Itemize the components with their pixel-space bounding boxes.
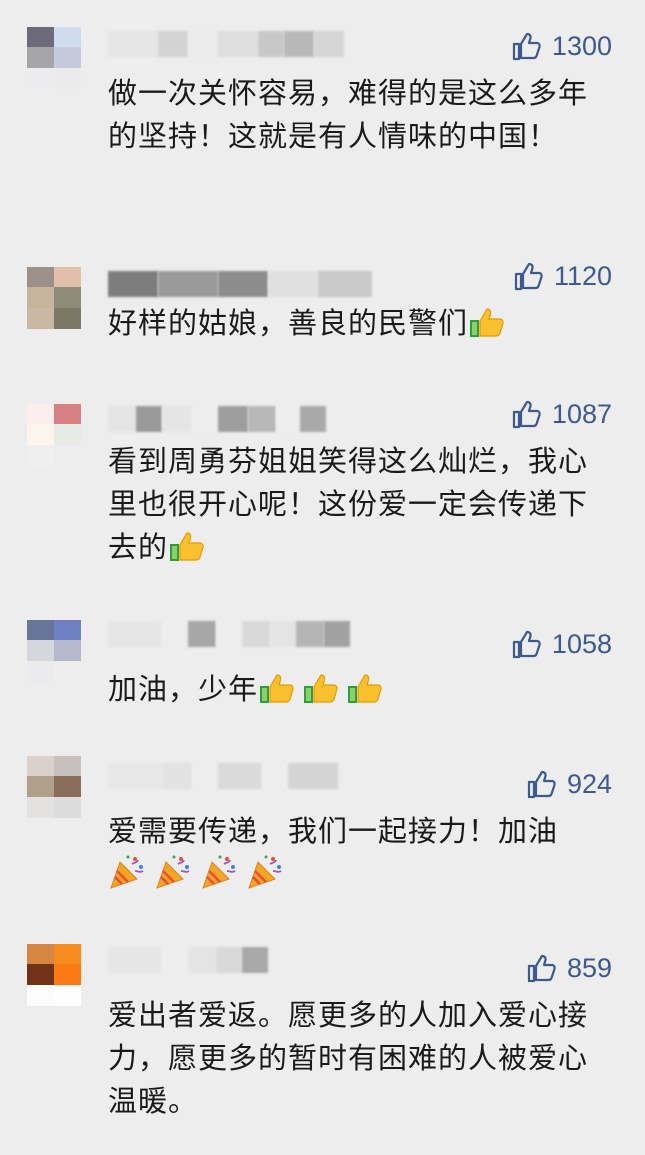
username-blurred[interactable] <box>108 620 350 648</box>
avatar[interactable] <box>27 620 81 682</box>
like-count: 1087 <box>551 398 612 429</box>
like-count: 1058 <box>551 628 612 659</box>
avatar[interactable] <box>27 27 81 89</box>
like-count: 859 <box>566 952 612 983</box>
like-count: 1300 <box>551 30 612 61</box>
thumb-up-icon <box>527 770 556 799</box>
thumb-up-icon <box>512 400 541 429</box>
avatar[interactable] <box>27 756 81 818</box>
like-button[interactable]: 1087 <box>510 396 612 432</box>
username-blurred[interactable] <box>108 405 326 433</box>
comment-text: 爱需要传递，我们一起接力！加油 <box>108 810 613 897</box>
like-button[interactable]: 1120 <box>512 258 612 294</box>
thumb-up-icon <box>512 32 541 61</box>
like-button[interactable]: 1300 <box>510 28 612 64</box>
like-button[interactable]: 1058 <box>510 626 612 662</box>
thumbs-up-emoji <box>260 674 294 703</box>
avatar[interactable] <box>27 267 81 329</box>
username-blurred[interactable] <box>108 762 338 790</box>
thumbs-up-emoji <box>304 674 338 703</box>
username-blurred[interactable] <box>108 270 372 298</box>
like-count: 1120 <box>553 260 612 291</box>
party-popper-emoji <box>202 855 236 889</box>
username-blurred[interactable] <box>108 946 268 974</box>
avatar[interactable] <box>27 944 81 1006</box>
username-blurred[interactable] <box>108 30 344 58</box>
party-popper-emoji <box>248 855 282 889</box>
thumb-up-icon <box>527 954 556 983</box>
thumbs-up-emoji <box>348 674 382 703</box>
party-popper-emoji <box>156 855 190 889</box>
avatar[interactable] <box>27 404 81 466</box>
comment-text: 爱出者爱返。愿更多的人加入爱心接力，愿更多的暂时有困难的人被爱心温暖。 <box>108 998 589 1118</box>
comment-text: 加油，少年 <box>108 668 613 711</box>
thumbs-up-emoji <box>470 308 504 337</box>
comment-text: 看到周勇芬姐姐笑得这么灿烂，我心里也很开心呢！这份爱一定会传递下去的 <box>108 444 589 564</box>
like-count: 924 <box>566 768 612 799</box>
thumb-up-icon <box>512 630 541 659</box>
like-button[interactable]: 924 <box>525 766 612 802</box>
thumbs-up-emoji <box>170 532 204 561</box>
comment-text: 好样的姑娘，善良的民警们 <box>108 302 613 345</box>
like-button[interactable]: 859 <box>525 950 612 986</box>
thumb-up-icon <box>514 262 543 291</box>
party-popper-emoji <box>110 855 144 889</box>
comment-text: 做一次关怀容易，难得的是这么多年的坚持！这就是有人情味的中国！ <box>108 76 589 153</box>
